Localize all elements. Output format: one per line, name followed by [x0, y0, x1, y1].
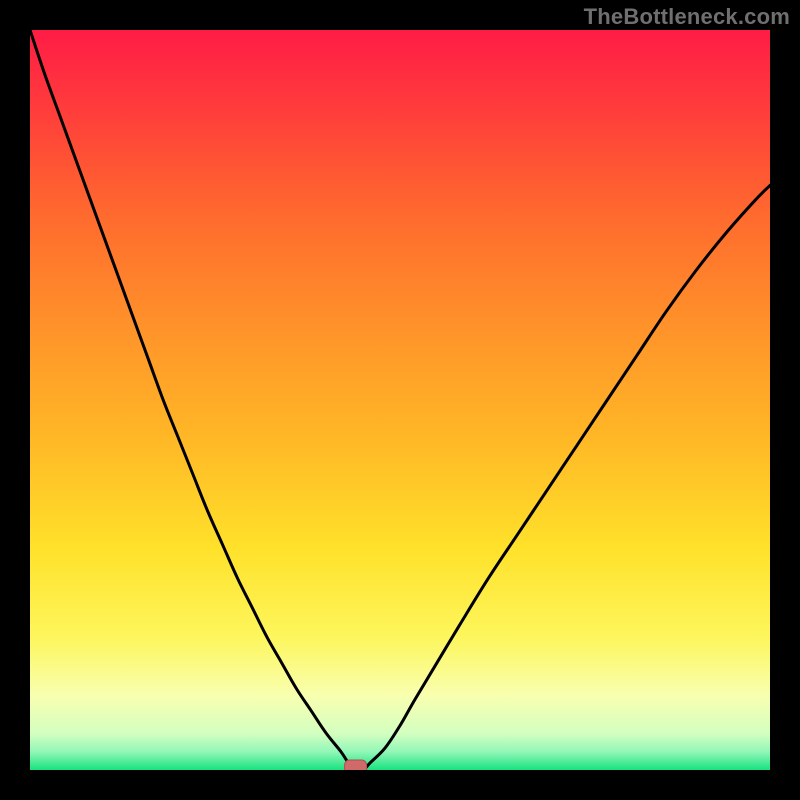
watermark-text: TheBottleneck.com: [584, 4, 790, 30]
chart-frame: TheBottleneck.com: [0, 0, 800, 800]
plot-area: [30, 30, 770, 770]
bottleneck-chart: [30, 30, 770, 770]
optimum-marker: [345, 760, 367, 770]
gradient-background: [30, 30, 770, 770]
